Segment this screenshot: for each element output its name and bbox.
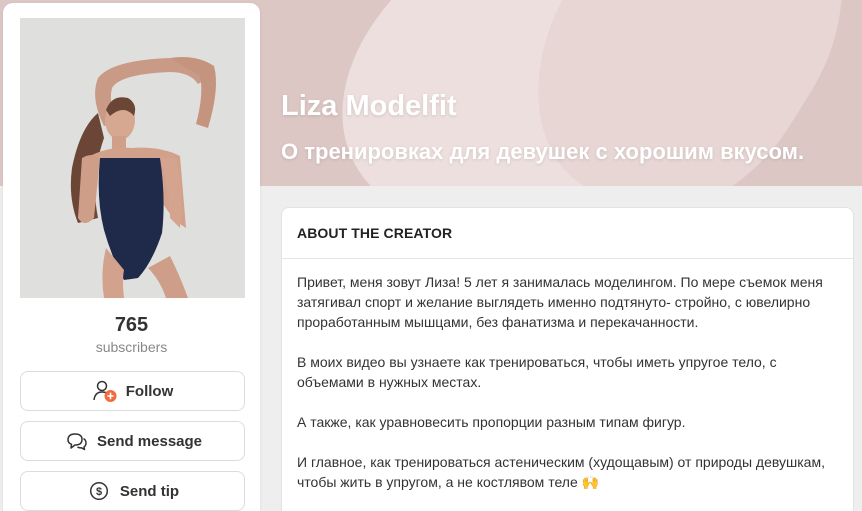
send-message-label: Send message <box>96 432 203 450</box>
creator-sidebar: 765 subscribers Follow Send message $ Se… <box>3 3 260 511</box>
user-plus-icon <box>92 379 118 403</box>
dollar-coin-icon: $ <box>86 479 112 503</box>
follow-label: Follow <box>125 382 174 400</box>
creator-avatar[interactable] <box>20 18 245 298</box>
send-tip-label: Send tip <box>119 482 180 500</box>
about-title: ABOUT THE CREATOR <box>282 208 853 259</box>
send-tip-button[interactable]: $ Send tip <box>20 471 245 511</box>
about-paragraph: А также, как уравновесить пропорции разн… <box>297 414 686 430</box>
creator-tagline: О тренировках для девушек с хорошим вкус… <box>281 139 805 164</box>
about-paragraph: Привет, меня зовут Лиза! 5 лет я занимал… <box>297 274 823 330</box>
avatar-photo <box>20 18 245 298</box>
send-message-button[interactable]: Send message <box>20 421 245 461</box>
creator-name: Liza Modelfit <box>281 90 457 122</box>
follow-button[interactable]: Follow <box>20 371 245 411</box>
subscriber-count: 765 <box>114 314 149 336</box>
about-paragraph: В моих видео вы узнаете как тренироватьс… <box>297 354 777 390</box>
about-paragraph: И главное, как тренироваться астенически… <box>297 454 825 490</box>
about-creator-card: ABOUT THE CREATOR Привет, меня зовут Лиз… <box>281 207 854 511</box>
subscriber-label: subscribers <box>95 339 168 355</box>
about-body: Привет, меня зовут Лиза! 5 лет я занимал… <box>282 259 853 492</box>
svg-text:$: $ <box>96 486 102 498</box>
chat-bubbles-icon <box>63 429 89 453</box>
